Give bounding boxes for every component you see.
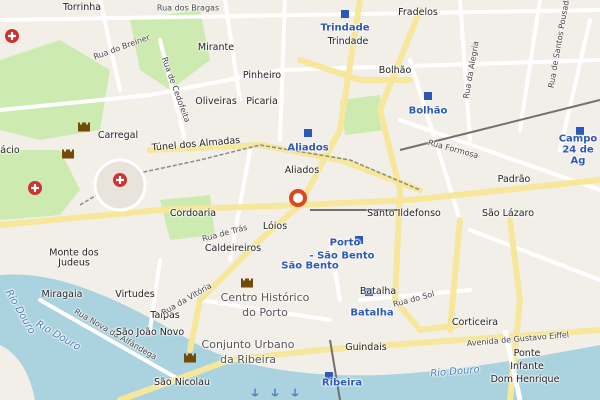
anchor-icon — [250, 383, 260, 400]
castle-icon[interactable] — [77, 117, 91, 136]
anchor-icon — [290, 383, 300, 400]
anchor-icon — [270, 383, 280, 400]
hospital-icon[interactable] — [112, 172, 128, 192]
hospital-icon[interactable] — [4, 28, 20, 48]
hospital-icon[interactable] — [27, 180, 43, 200]
castle-icon[interactable] — [61, 144, 75, 163]
map-viewport[interactable]: Torrinha Rua dos Bragas Rua do Breiner R… — [0, 0, 600, 400]
castle-icon[interactable] — [240, 273, 254, 292]
location-marker-icon[interactable] — [288, 188, 308, 212]
castle-icon[interactable] — [183, 348, 197, 367]
